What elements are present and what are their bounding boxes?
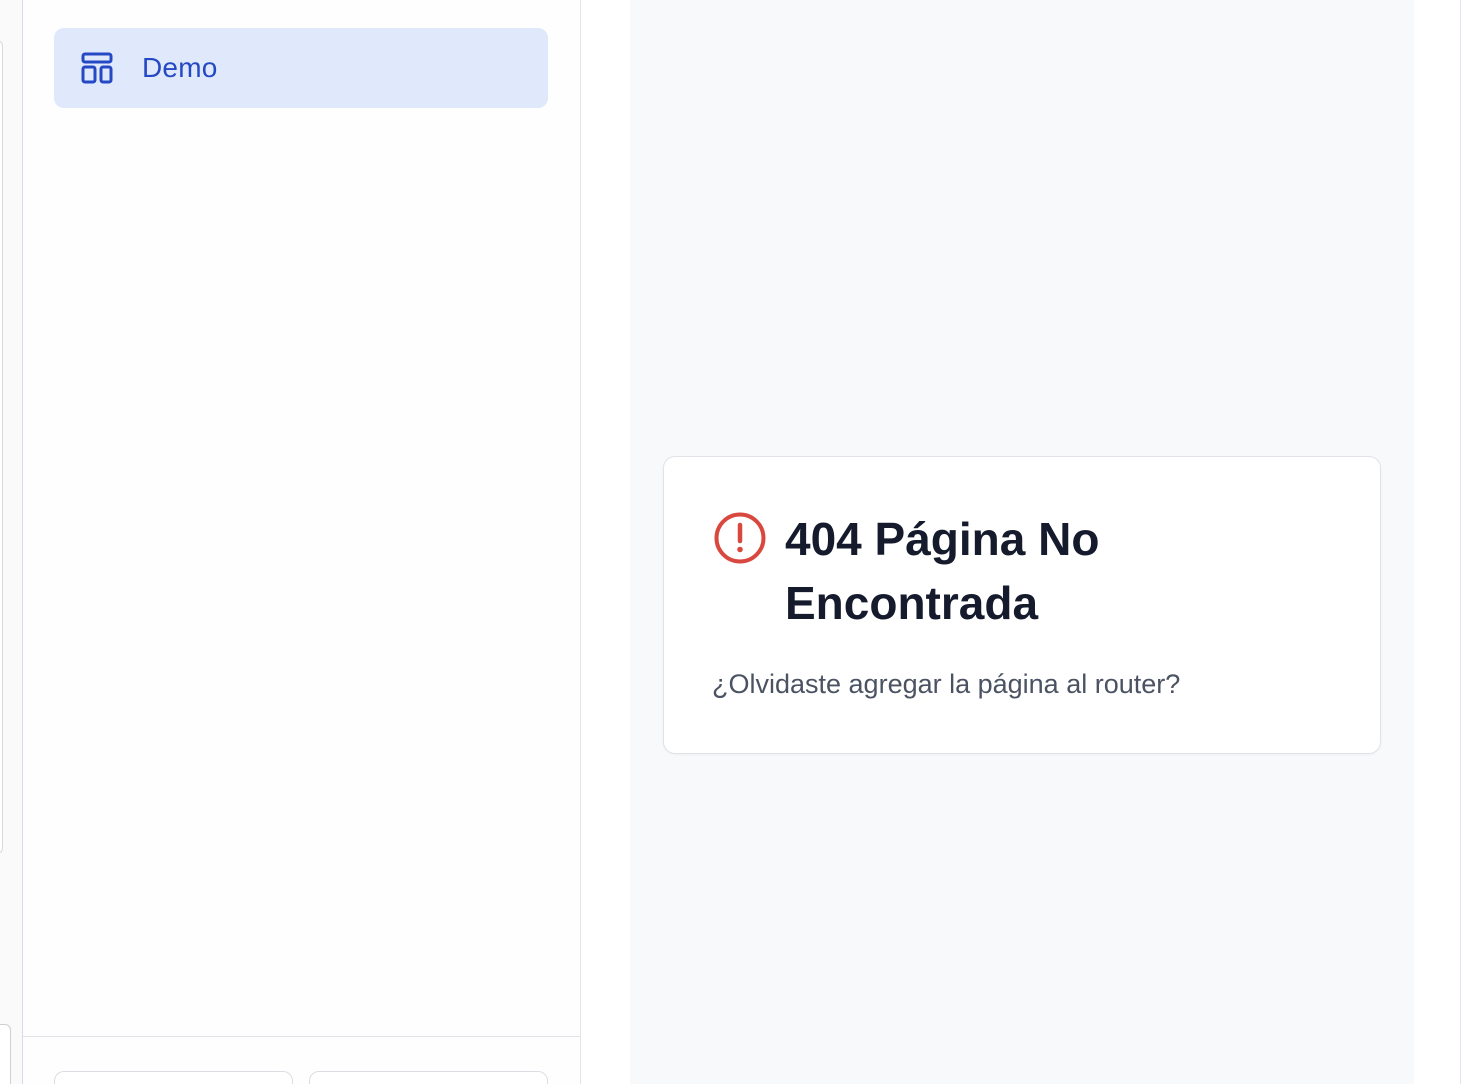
error-message: ¿Olvidaste agregar la página al router? [712,669,1181,699]
footer-button-right[interactable] [309,1071,548,1084]
clipped-panel-button[interactable] [0,1024,11,1084]
content-gutter-left [581,0,630,1084]
alert-circle-icon [713,511,767,565]
sidebar: Demo [23,0,581,1084]
sidebar-item-label: Demo [142,52,218,83]
error-card: 404 Página No Encontrada ¿Olvidaste agre… [663,456,1381,754]
footer-button-left[interactable] [54,1071,293,1084]
layout-dashboard-icon [80,51,114,85]
clipped-panel-card [0,40,3,854]
content-gutter-right [1414,0,1462,1084]
sidebar-item-demo[interactable]: Demo [54,28,548,108]
error-title: 404 Página No Encontrada [785,513,1100,629]
left-panel-edge [0,0,22,1084]
main-content: 404 Página No Encontrada ¿Olvidaste agre… [630,0,1414,1084]
sidebar-footer [23,1036,580,1084]
app-window: Demo 404 Página No Encontrada ¿Olvidaste… [0,0,1462,1084]
window-edge-line [1460,0,1461,1084]
